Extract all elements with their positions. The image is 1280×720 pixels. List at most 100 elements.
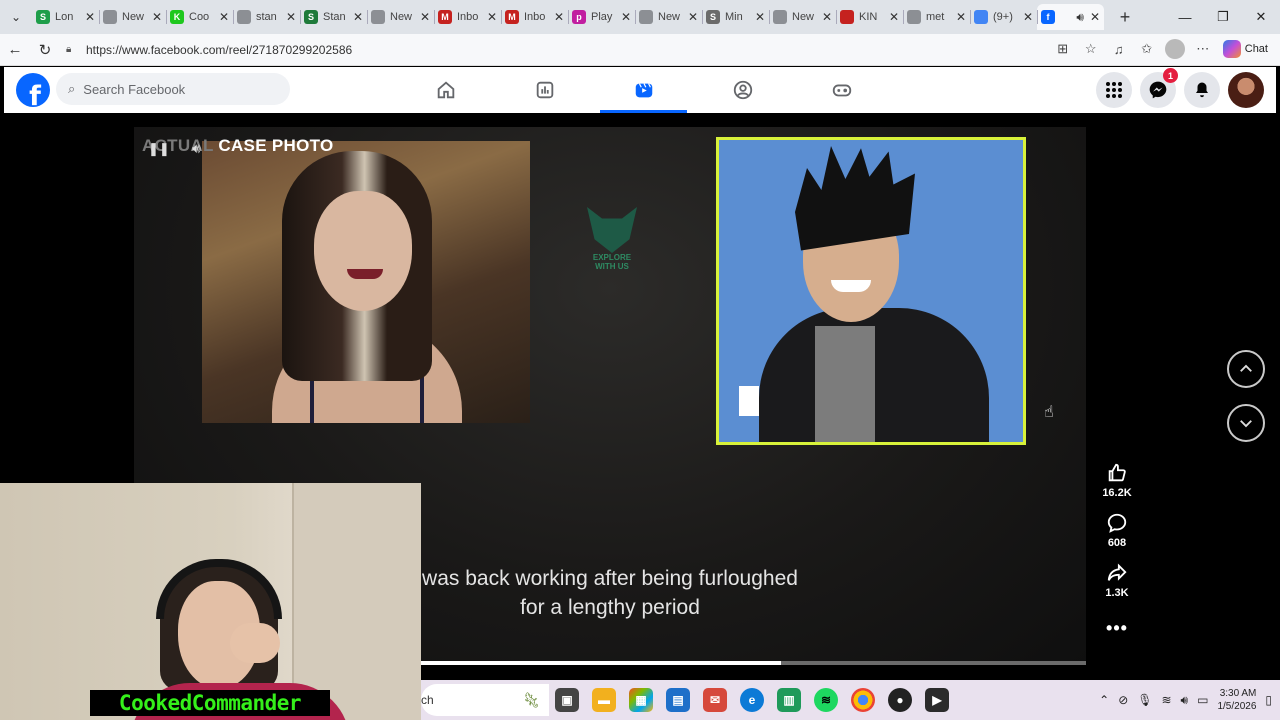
wifi-icon[interactable]: ≋ xyxy=(1161,693,1171,707)
notifications-button[interactable] xyxy=(1184,72,1220,108)
battery-icon[interactable]: ▭ xyxy=(1197,693,1208,707)
profile-icon[interactable] xyxy=(1163,37,1187,61)
tab-favicon-icon: M xyxy=(438,10,452,24)
tab-audio-icon[interactable]: 🔊︎ xyxy=(1076,10,1084,25)
chrome-icon[interactable] xyxy=(851,688,875,712)
webcam-person-hand xyxy=(230,623,280,663)
logo-line1: EXPLORE xyxy=(592,253,632,262)
browser-tab[interactable]: K Coo ✕ xyxy=(166,4,233,30)
tab-close-icon[interactable]: ✕ xyxy=(152,10,162,24)
refresh-button[interactable]: ↻ xyxy=(30,35,60,65)
messenger-button[interactable]: 1 xyxy=(1140,68,1178,108)
read-aloud-icon[interactable]: ♫ xyxy=(1107,37,1131,61)
more-options-button[interactable]: ••• xyxy=(1106,618,1128,639)
browser-tab[interactable]: New ✕ xyxy=(635,4,702,30)
browser-tab[interactable]: M Inbo ✕ xyxy=(434,4,501,30)
browser-tab[interactable]: KIN ✕ xyxy=(836,4,903,30)
tab-close-icon[interactable]: ✕ xyxy=(286,10,296,24)
tab-close-icon[interactable]: ✕ xyxy=(621,10,631,24)
tab-close-icon[interactable]: ✕ xyxy=(420,10,430,24)
tab-title: New xyxy=(390,11,413,23)
nav-video[interactable] xyxy=(594,67,693,113)
facebook-logo[interactable]: f xyxy=(16,73,50,107)
tab-close-icon[interactable]: ✕ xyxy=(85,10,95,24)
menu-button[interactable] xyxy=(1096,72,1132,108)
browser-tab[interactable]: met ✕ xyxy=(903,4,970,30)
restore-button[interactable]: ❐ xyxy=(1204,0,1242,34)
favorites-icon[interactable]: ✩ xyxy=(1135,37,1159,61)
browser-tab[interactable]: stan ✕ xyxy=(233,4,300,30)
system-tray: ⌃ ⊘ 🎙︎ ≋ 🔊︎ ▭ 3:30 AM 1/5/2026 ▯ xyxy=(1099,680,1272,720)
minimize-button[interactable]: — xyxy=(1166,0,1204,34)
browser-tab[interactable]: New ✕ xyxy=(367,4,434,30)
speaker-icon[interactable]: 🔊︎ xyxy=(1181,693,1189,708)
pause-icon[interactable]: ❚❚ xyxy=(148,141,170,157)
tab-close-icon[interactable]: ✕ xyxy=(956,10,966,24)
tab-favicon-icon: M xyxy=(505,10,519,24)
mail-app-icon[interactable]: ✉ xyxy=(703,688,727,712)
tab-close-icon[interactable]: ✕ xyxy=(1090,10,1100,24)
browser-tab[interactable]: S Lon ✕ xyxy=(32,4,99,30)
webcam-overlay: CookedCommander xyxy=(0,483,421,720)
microsoft-store-icon[interactable]: ▦ xyxy=(629,688,653,712)
favorite-star-icon[interactable]: ☆ xyxy=(1079,37,1103,61)
security-icon[interactable]: ⊘ xyxy=(1118,693,1128,707)
account-avatar[interactable] xyxy=(1228,72,1264,108)
nav-groups[interactable] xyxy=(693,67,792,113)
next-reel-button[interactable] xyxy=(1227,404,1265,442)
more-options-icon[interactable]: ⋯ xyxy=(1191,37,1215,61)
browser-tab[interactable]: S Min ✕ xyxy=(702,4,769,30)
tab-close-icon[interactable]: ✕ xyxy=(353,10,363,24)
url-field[interactable]: 🔒︎ https://www.facebook.com/reel/2718702… xyxy=(66,43,352,57)
new-tab-button[interactable]: + xyxy=(1110,7,1140,28)
tab-close-icon[interactable]: ✕ xyxy=(219,10,229,24)
tab-close-icon[interactable]: ✕ xyxy=(688,10,698,24)
microphone-icon[interactable]: 🎙︎ xyxy=(1137,693,1152,707)
tab-close-icon[interactable]: ✕ xyxy=(755,10,765,24)
tab-close-icon[interactable]: ✕ xyxy=(487,10,497,24)
previous-reel-button[interactable] xyxy=(1227,350,1265,388)
browser-tab[interactable]: f 🔊︎ ✕ xyxy=(1037,4,1104,30)
tab-close-icon[interactable]: ✕ xyxy=(822,10,832,24)
tab-close-icon[interactable]: ✕ xyxy=(554,10,564,24)
spreadsheet-app-icon[interactable]: ▥ xyxy=(777,688,801,712)
apps-grid-icon[interactable]: ⊞ xyxy=(1051,37,1075,61)
browser-tab[interactable]: M Inbo ✕ xyxy=(501,4,568,30)
tab-close-icon[interactable]: ✕ xyxy=(1023,10,1033,24)
facebook-search-input[interactable]: ⌕ Search Facebook xyxy=(56,73,290,105)
browser-tab[interactable]: (9+) ✕ xyxy=(970,4,1037,30)
like-button[interactable]: 16.2K xyxy=(1102,462,1132,499)
close-window-button[interactable]: ✕ xyxy=(1242,0,1280,34)
share-button[interactable]: 1.3K xyxy=(1105,562,1129,599)
copilot-chat-button[interactable]: Chat xyxy=(1219,40,1272,58)
tab-actions-menu-button[interactable]: ⌄ xyxy=(0,0,32,34)
back-button[interactable]: ← xyxy=(0,35,30,65)
comment-button[interactable]: 608 xyxy=(1106,512,1128,549)
media-player-icon[interactable]: ▶ xyxy=(925,688,949,712)
notification-icon[interactable]: ▯ xyxy=(1265,693,1272,707)
browser-tab[interactable]: p Play ✕ xyxy=(568,4,635,30)
nav-home[interactable] xyxy=(396,67,495,113)
nav-dashboard[interactable] xyxy=(495,67,594,113)
tab-favicon-icon xyxy=(974,10,988,24)
browser-tab[interactable]: S Stan ✕ xyxy=(300,4,367,30)
volume-icon[interactable]: 🔊︎ xyxy=(192,140,201,157)
site-info-icon[interactable]: 🔒︎ xyxy=(66,44,80,55)
task-view-icon[interactable]: ▣ xyxy=(555,688,579,712)
copilot-icon xyxy=(1222,40,1241,58)
reel-actions: 16.2K 608 1.3K ••• xyxy=(1097,462,1137,639)
edge-icon[interactable]: e xyxy=(740,688,764,712)
wolf-logo: EXPLORE WITH US xyxy=(582,207,642,283)
obs-icon[interactable]: ● xyxy=(888,688,912,712)
spotify-icon[interactable]: ≋ xyxy=(814,688,838,712)
browser-tab[interactable]: New ✕ xyxy=(769,4,836,30)
outlook-calendar-icon[interactable]: ▤ xyxy=(666,688,690,712)
nav-gaming[interactable] xyxy=(792,67,891,113)
file-explorer-icon[interactable]: ▬ xyxy=(592,688,616,712)
menu-grid-icon xyxy=(1106,82,1122,98)
tab-close-icon[interactable]: ✕ xyxy=(889,10,899,24)
taskbar-search[interactable]: ch 🦎︎ xyxy=(421,684,549,716)
browser-tab[interactable]: New ✕ xyxy=(99,4,166,30)
taskbar-clock[interactable]: 3:30 AM 1/5/2026 xyxy=(1217,687,1256,713)
chevron-up-icon[interactable]: ⌃ xyxy=(1099,693,1109,707)
